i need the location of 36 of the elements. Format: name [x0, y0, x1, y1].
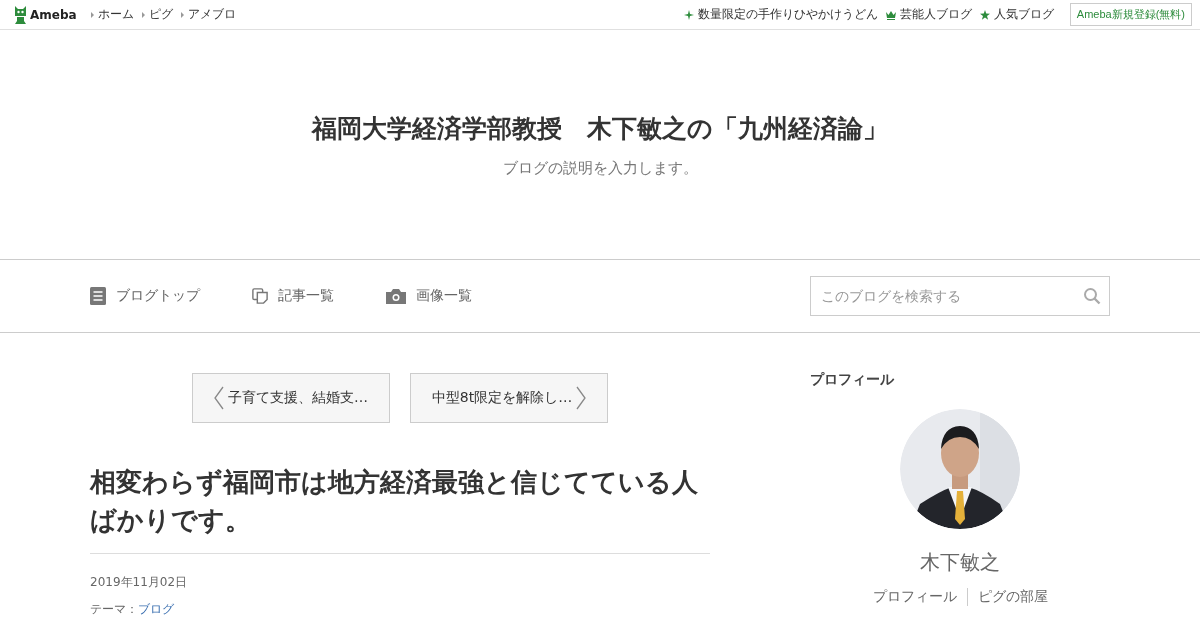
profile-name[interactable]: 木下敏之 — [810, 549, 1110, 576]
nav-link[interactable]: 画像一覧 — [416, 287, 472, 305]
triangle-icon — [90, 11, 94, 18]
blog-title[interactable]: 福岡大学経済学部教授 木下敏之の「九州経済論」 — [312, 111, 888, 145]
crown-icon — [885, 9, 896, 20]
article-date: 2019年11月02日 — [90, 574, 189, 591]
star-icon — [979, 9, 990, 20]
camera-icon — [386, 288, 406, 304]
promo-link[interactable]: 人気ブログ — [993, 6, 1054, 23]
triangle-icon — [180, 11, 184, 18]
article-title[interactable]: 相変わらず福岡市は地方経済最強と信じてている人ばかりです。 — [90, 463, 710, 554]
promo-link[interactable]: 芸能人ブログ — [899, 6, 972, 23]
article-theme: テーマ：ブログ — [90, 601, 175, 618]
promo-link[interactable]: 数量限定の手作りひやかけうどん — [697, 6, 878, 23]
sidebar-heading: プロフィール — [810, 371, 895, 389]
top-link[interactable]: アメブロ — [187, 6, 236, 23]
sparkle-icon — [683, 9, 694, 20]
nav-link[interactable]: ブログトップ — [116, 287, 200, 305]
profile-link[interactable]: ピグの部屋 — [966, 588, 1058, 606]
triangle-icon — [141, 11, 145, 18]
next-post-button[interactable]: 中型8t限定を解除し… — [410, 373, 608, 423]
logo-text[interactable]: Ameba — [30, 7, 77, 22]
logo-icon — [14, 5, 27, 24]
search-field[interactable]: このブログを検索する — [810, 276, 1110, 316]
blog-description: ブログの説明を入力します。 — [502, 158, 698, 178]
theme-link[interactable]: ブログ — [138, 602, 174, 616]
signup-button[interactable]: Ameba新規登録(無料) — [1069, 3, 1192, 26]
top-link[interactable]: ピグ — [148, 6, 173, 23]
chevron-right-icon — [576, 386, 587, 410]
nav-link[interactable]: 記事一覧 — [278, 287, 334, 305]
previous-post-button[interactable]: 子育て支援、結婚支… — [192, 373, 390, 423]
top-link[interactable]: ホーム — [97, 6, 134, 23]
document-icon — [90, 287, 106, 305]
chevron-left-icon — [214, 386, 224, 410]
copy-icon — [252, 287, 268, 305]
profile-link[interactable]: プロフィール — [862, 588, 967, 606]
